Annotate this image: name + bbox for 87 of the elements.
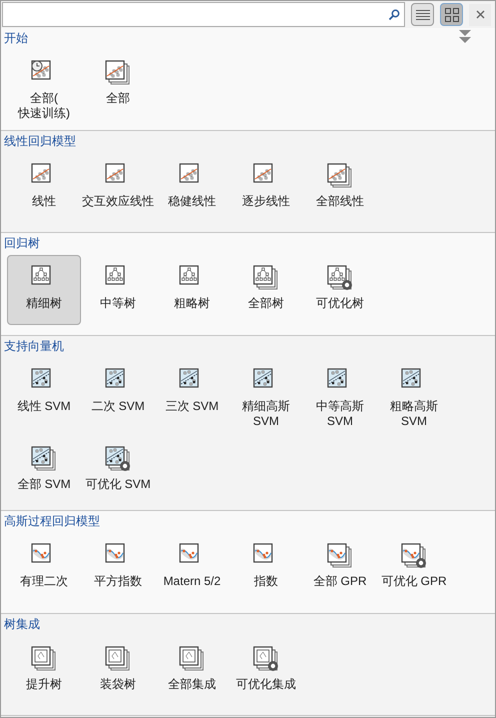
model-gallery-item[interactable]: 指数 (229, 533, 303, 603)
list-icon (416, 8, 430, 20)
model-gallery-item[interactable]: 交互效应线性 (81, 153, 155, 223)
model-gallery-item[interactable]: 提升树 (7, 636, 81, 706)
search-icon (388, 8, 400, 20)
tree-diagram-icon (327, 265, 353, 291)
model-gallery-item[interactable]: 装袋树 (81, 636, 155, 706)
item-label: 全部树 (248, 296, 284, 311)
stacked-tree-icon (105, 646, 131, 672)
grid-icon (444, 8, 459, 22)
section-title: 高斯过程回归模型 (3, 513, 100, 529)
item-label: 逐步线性 (242, 194, 290, 209)
model-gallery-item[interactable]: 线性 (7, 153, 81, 223)
model-gallery-item[interactable]: 逐步线性 (229, 153, 303, 223)
item-label: 线性 SVM (17, 399, 71, 414)
close-icon (476, 10, 485, 19)
item-label: 二次 SVM (91, 399, 145, 414)
model-gallery-item[interactable]: 有理二次 (7, 533, 81, 603)
item-label: 全部( 快速训练) (18, 91, 70, 121)
item-label: 装袋树 (100, 677, 136, 692)
item-label: 指数 (254, 574, 278, 589)
section-title: 树集成 (3, 616, 40, 632)
item-label: 可优化 SVM (85, 477, 151, 492)
item-label: 粗略高斯 SVM (389, 399, 439, 429)
curve-plot-icon (401, 543, 427, 569)
model-gallery-item[interactable]: 线性 SVM (7, 358, 81, 430)
curve-plot-icon (327, 543, 353, 569)
item-label: 可优化树 (316, 296, 364, 311)
expand-icon[interactable] (459, 30, 471, 44)
scatter-plot-icon (327, 163, 353, 189)
svm-plot-icon (31, 446, 57, 472)
item-label: 全部 (106, 91, 130, 106)
item-label: 精细高斯 SVM (241, 399, 291, 429)
close-button[interactable] (469, 4, 491, 26)
stacked-tree-icon (253, 646, 279, 672)
grid-view-button[interactable] (440, 3, 464, 26)
item-label: 全部集成 (168, 677, 216, 692)
model-gallery-item[interactable]: 二次 SVM (81, 358, 155, 430)
item-label: 全部 GPR (313, 574, 367, 589)
item-label: 可优化 GPR (381, 574, 447, 589)
list-view-button[interactable] (411, 3, 434, 26)
item-label: 粗略树 (174, 296, 210, 311)
model-gallery-item[interactable]: 全部集成 (155, 636, 229, 706)
model-gallery-item[interactable]: Matern 5/2 (155, 533, 229, 603)
model-gallery-item[interactable]: 中等树 (81, 255, 155, 325)
model-gallery-item[interactable]: 粗略树 (155, 255, 229, 325)
model-gallery-item[interactable]: 全部线性 (303, 153, 377, 223)
scatter-plot-icon (105, 60, 131, 86)
item-label: 全部线性 (316, 194, 364, 209)
search-field[interactable] (2, 2, 406, 27)
model-gallery-item[interactable]: 全部 GPR (303, 533, 377, 603)
model-gallery-item[interactable]: 可优化 GPR (377, 533, 451, 603)
item-label: 交互效应线性 (82, 194, 154, 209)
section-title: 回归树 (3, 235, 40, 251)
item-label: 线性 (32, 194, 56, 209)
section-title: 开始 (3, 30, 28, 46)
item-label: 中等树 (100, 296, 136, 311)
item-label: 稳健线性 (168, 194, 216, 209)
item-label: 三次 SVM (165, 399, 219, 414)
model-gallery-item[interactable]: 稳健线性 (155, 153, 229, 223)
model-gallery-item[interactable]: 全部树 (229, 255, 303, 325)
model-gallery-item[interactable]: 粗略高斯 SVM (377, 358, 451, 430)
stacked-tree-icon (31, 646, 57, 672)
item-label: 精细树 (26, 296, 62, 311)
svm-plot-icon (105, 446, 131, 472)
item-label: 中等高斯 SVM (315, 399, 365, 429)
model-gallery-item[interactable]: 平方指数 (81, 533, 155, 603)
stacked-tree-icon (179, 646, 205, 672)
model-gallery-item[interactable]: 全部 (81, 50, 155, 122)
model-gallery-item[interactable]: 全部( 快速训练) (7, 50, 81, 122)
model-gallery-item[interactable]: 可优化树 (303, 255, 377, 325)
model-gallery-item[interactable]: 全部 SVM (7, 436, 81, 506)
model-gallery-item[interactable]: 可优化 SVM (81, 436, 155, 506)
item-label: 有理二次 (20, 574, 68, 589)
model-gallery-item[interactable]: 中等高斯 SVM (303, 358, 377, 430)
model-gallery-item[interactable]: 三次 SVM (155, 358, 229, 430)
section-title: 支持向量机 (3, 338, 64, 354)
model-gallery-item[interactable]: 精细树 (7, 255, 81, 325)
model-gallery-item[interactable]: 精细高斯 SVM (229, 358, 303, 430)
model-gallery-item[interactable]: 可优化集成 (229, 636, 303, 706)
item-label: 平方指数 (94, 574, 142, 589)
item-label: 可优化集成 (236, 677, 296, 692)
section-title: 线性回归模型 (3, 133, 76, 149)
tree-diagram-icon (253, 265, 279, 291)
item-label: Matern 5/2 (163, 574, 221, 589)
item-label: 提升树 (26, 677, 62, 692)
item-label: 全部 SVM (17, 477, 71, 492)
